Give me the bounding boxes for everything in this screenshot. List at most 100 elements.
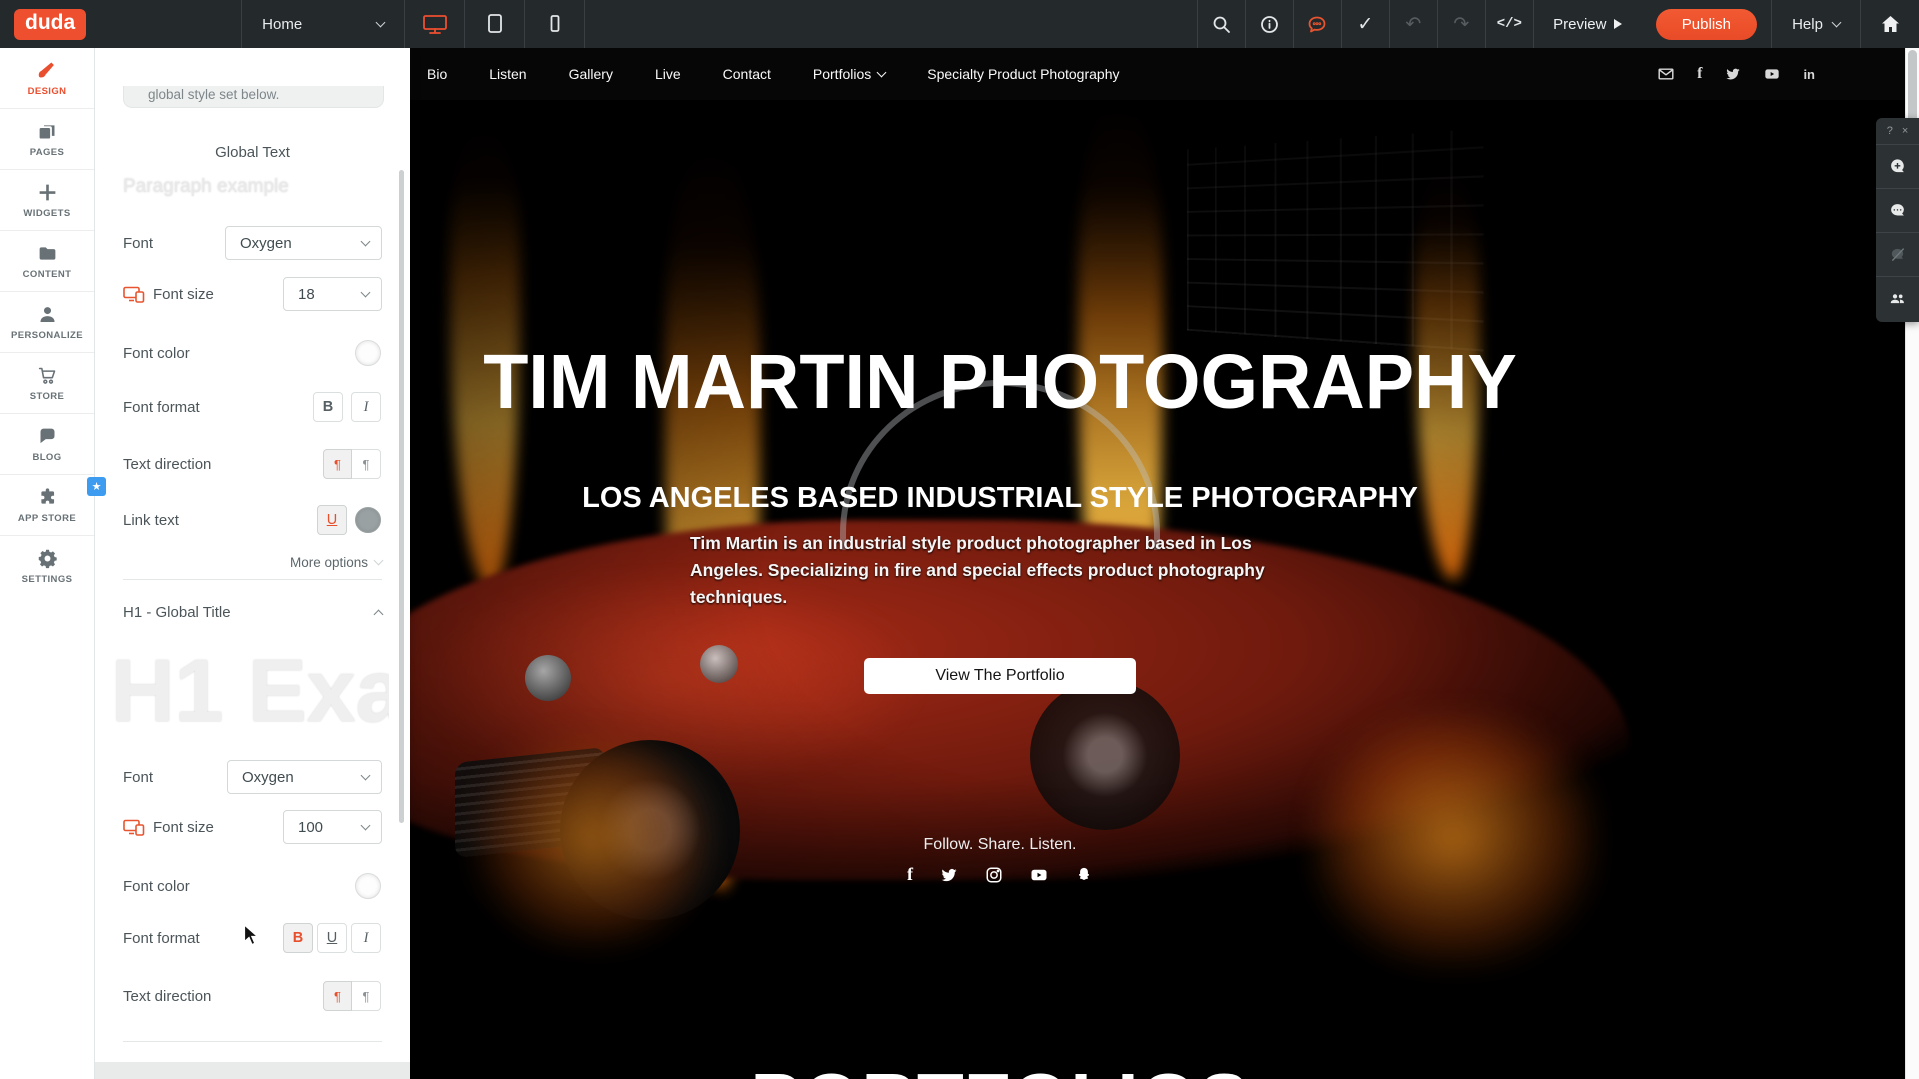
h1-font-color-swatch[interactable]	[355, 873, 381, 899]
youtube-icon[interactable]	[1030, 866, 1048, 884]
help-icon[interactable]: ?	[1887, 125, 1893, 137]
nav-item-contact[interactable]: Contact	[723, 66, 771, 82]
nav-item-bio[interactable]: Bio	[427, 66, 447, 82]
nav-item-live[interactable]: Live	[655, 66, 681, 82]
page-selector-label: Home	[262, 16, 302, 33]
dashboard-home-button[interactable]	[1861, 0, 1919, 48]
chevron-down-icon	[361, 236, 371, 246]
sidebar-item-app-store[interactable]: ★ APP STORE	[0, 475, 94, 536]
font-color-swatch[interactable]	[355, 340, 381, 366]
linkedin-icon[interactable]: in	[1803, 67, 1815, 82]
global-text-heading: Global Text	[95, 144, 410, 161]
device-desktop-button[interactable]	[405, 0, 464, 48]
info-button[interactable]	[1246, 0, 1293, 48]
nav-item-portfolios[interactable]: Portfolios	[813, 66, 885, 82]
device-mobile-button[interactable]	[525, 0, 584, 48]
more-options-link[interactable]: More options	[290, 555, 382, 570]
close-icon[interactable]: ×	[1902, 125, 1908, 137]
sidebar-item-blog[interactable]: BLOG	[0, 414, 94, 475]
snapchat-icon[interactable]	[1075, 866, 1093, 884]
comments-toolbar: ? ×	[1876, 118, 1919, 322]
publish-button[interactable]: Publish	[1656, 9, 1757, 40]
help-dropdown[interactable]: Help	[1772, 0, 1860, 48]
font-row: Font Oxygen	[123, 226, 382, 260]
link-underline-button[interactable]: U	[317, 505, 347, 535]
link-text-row: Link text U	[123, 503, 382, 537]
h1-italic-button[interactable]: I	[351, 923, 381, 953]
h1-bold-button[interactable]: B	[283, 923, 313, 953]
sidebar-item-label: DESIGN	[28, 86, 67, 97]
add-comment-button[interactable]	[1876, 144, 1919, 188]
show-comments-button[interactable]	[1876, 188, 1919, 232]
sidebar-item-store[interactable]: STORE	[0, 353, 94, 414]
dev-mode-button[interactable]: </>	[1486, 0, 1533, 48]
facebook-icon[interactable]: f	[1697, 65, 1702, 83]
nav-item-gallery[interactable]: Gallery	[569, 66, 613, 82]
h1-underline-button[interactable]: U	[317, 923, 347, 953]
preview-button[interactable]: Preview	[1534, 0, 1642, 48]
chevron-down-icon	[361, 770, 371, 780]
instagram-icon[interactable]	[985, 866, 1003, 884]
redo-button[interactable]: ↷	[1438, 0, 1485, 48]
h1-font-dropdown[interactable]: Oxygen	[227, 760, 382, 794]
font-size-label: Font size	[153, 819, 214, 836]
text-direction-label: Text direction	[123, 988, 211, 1005]
undo-button[interactable]: ↶	[1390, 0, 1437, 48]
device-tablet-button[interactable]	[465, 0, 524, 48]
font-dropdown[interactable]: Oxygen	[225, 226, 382, 260]
speech-bubble-icon	[37, 426, 58, 447]
view-portfolio-button[interactable]: View The Portfolio	[864, 658, 1136, 694]
collaborators-button[interactable]	[1876, 276, 1919, 320]
link-color-swatch[interactable]	[355, 507, 381, 533]
twitter-icon[interactable]	[940, 866, 958, 884]
font-size-dropdown[interactable]: 18	[283, 277, 382, 311]
chevron-down-icon	[376, 17, 386, 27]
chat-bubble-icon	[1307, 15, 1327, 34]
hide-comments-button[interactable]	[1876, 232, 1919, 276]
sidebar-item-label: SETTINGS	[22, 574, 73, 585]
folder-icon	[37, 243, 58, 264]
twitter-icon[interactable]	[1725, 66, 1741, 82]
sidebar-item-label: PERSONALIZE	[11, 330, 83, 341]
direction-ltr-button[interactable]: ¶	[323, 449, 352, 479]
hide-comments-icon	[1889, 246, 1906, 263]
panel-scrollbar-thumb[interactable]	[399, 170, 404, 823]
bold-button[interactable]: B	[313, 392, 343, 422]
youtube-icon[interactable]	[1764, 66, 1780, 82]
add-comment-icon	[1889, 158, 1906, 175]
site-intro-paragraph[interactable]: Tim Martin is an industrial style produc…	[690, 530, 1275, 611]
sidebar-item-widgets[interactable]: WIDGETS	[0, 170, 94, 231]
chevron-up-icon	[374, 609, 384, 619]
portfolios-title[interactable]: PORTFOLIOS	[434, 1056, 1567, 1079]
direction-rtl-button[interactable]: ¶	[352, 449, 381, 479]
nav-item-specialty[interactable]: Specialty Product Photography	[927, 66, 1119, 82]
nav-item-listen[interactable]: Listen	[489, 66, 526, 82]
font-label: Font	[123, 769, 153, 786]
font-size-row: Font size 18	[123, 277, 382, 311]
site-subtitle[interactable]: LOS ANGELES BASED INDUSTRIAL STYLE PHOTO…	[410, 482, 1590, 515]
site-title[interactable]: TIM MARTIN PHOTOGRAPHY	[434, 338, 1567, 427]
sidebar-item-design[interactable]: DESIGN	[0, 48, 94, 109]
panel-bottom-gap	[95, 1062, 410, 1079]
sidebar-item-settings[interactable]: SETTINGS	[0, 536, 94, 597]
approve-check-button[interactable]: ✓	[1342, 0, 1389, 48]
facebook-icon[interactable]: f	[907, 864, 913, 885]
direction-rtl-button[interactable]: ¶	[352, 981, 381, 1011]
h1-preview: H1 Example	[111, 633, 389, 751]
italic-button[interactable]: I	[351, 392, 381, 422]
sidebar-item-pages[interactable]: PAGES	[0, 109, 94, 170]
page-selector-dropdown[interactable]: Home	[242, 0, 404, 48]
font-color-label: Font color	[123, 345, 190, 362]
feedback-chat-button[interactable]	[1294, 0, 1341, 48]
email-icon[interactable]	[1658, 66, 1674, 82]
search-button[interactable]	[1198, 0, 1245, 48]
duda-logo[interactable]: duda	[14, 9, 86, 40]
h1-section-header[interactable]: H1 - Global Title	[123, 604, 382, 621]
sidebar-item-content[interactable]: CONTENT	[0, 231, 94, 292]
sidebar-item-personalize[interactable]: PERSONALIZE	[0, 292, 94, 353]
code-icon: </>	[1497, 16, 1522, 32]
portfolios-section: PORTFOLIOS	[410, 996, 1919, 1079]
h1-text-direction-row: Text direction ¶ ¶	[123, 979, 382, 1013]
direction-ltr-button[interactable]: ¶	[323, 981, 352, 1011]
h1-font-size-dropdown[interactable]: 100	[283, 810, 382, 844]
